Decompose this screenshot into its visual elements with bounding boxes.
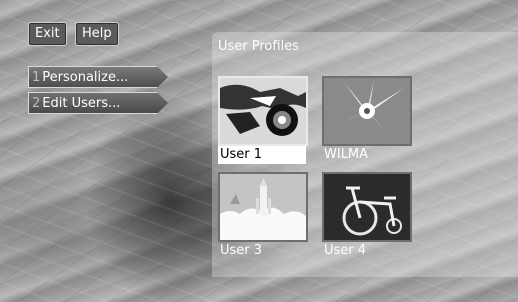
menu-item-number: 2	[32, 96, 41, 111]
flower-icon	[324, 78, 410, 144]
user-tile[interactable]: User 3	[218, 172, 308, 260]
user-tile[interactable]: User 4	[322, 172, 412, 260]
user-profiles-panel: User Profiles User 1 WILMA User 3 User 4	[212, 32, 518, 277]
menu-item-label: Personalize...	[42, 70, 129, 85]
menu-item-edit-users[interactable]: 2 Edit Users...	[28, 92, 168, 114]
menu-item-label: Edit Users...	[42, 96, 121, 111]
user-tile[interactable]: WILMA	[322, 76, 412, 164]
user-name: User 1	[218, 146, 306, 164]
tricycle-thumbnail	[322, 172, 412, 242]
screen: Exit Help 1 Personalize... 2 Edit Users...…	[0, 0, 518, 302]
motorcycle-icon	[220, 78, 306, 144]
user-name: User 4	[324, 243, 367, 258]
motorcycle-thumbnail	[218, 76, 308, 146]
panel-title: User Profiles	[218, 39, 299, 54]
flower-thumbnail	[322, 76, 412, 146]
rocket-icon	[220, 174, 306, 240]
user-name: User 3	[220, 243, 263, 258]
user-tile[interactable]: User 1	[218, 76, 308, 164]
menu-item-number: 1	[32, 70, 41, 85]
exit-button[interactable]: Exit	[28, 22, 67, 46]
help-button[interactable]: Help	[75, 22, 119, 46]
user-name: WILMA	[324, 147, 369, 162]
rocket-thumbnail	[218, 172, 308, 242]
menu-item-personalize[interactable]: 1 Personalize...	[28, 66, 168, 88]
tricycle-icon	[324, 174, 410, 240]
